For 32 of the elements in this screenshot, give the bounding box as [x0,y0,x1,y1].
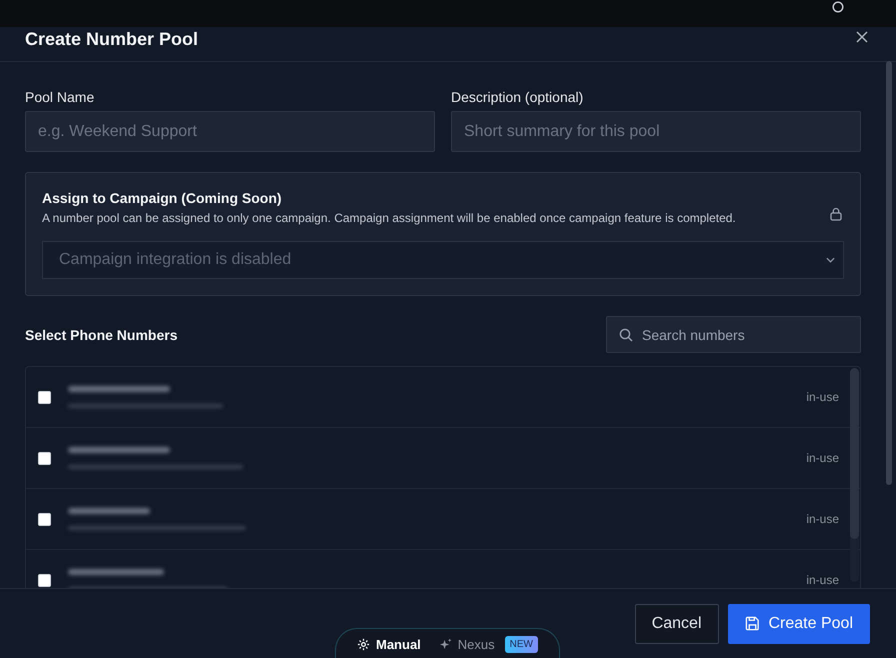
checkbox[interactable] [38,512,51,526]
status-label: in-use [806,451,839,465]
create-button[interactable]: Create Pool [728,604,870,644]
text-input[interactable]: e.g. Weekend Support [25,111,435,152]
cancel-button[interactable]: Cancel [634,604,718,644]
field-label: Description (optional) [451,89,584,106]
close-icon [856,31,868,43]
status-label: in-use [806,390,839,404]
scrollbar-thumb[interactable] [850,368,859,539]
checkbox[interactable] [38,452,51,464]
status-label: in-use [806,573,839,587]
section-title: Select Phone Numbers [25,326,178,342]
gear-icon [357,638,370,651]
mode-tab[interactable]: Nexus NEW [438,636,538,653]
mode-tab[interactable]: Manual [357,637,421,652]
save-icon [744,616,760,631]
close-button[interactable] [856,31,868,43]
campaign-title: Assign to Campaign (Coming Soon) [42,190,283,207]
scrollbar-thumb[interactable] [886,61,892,485]
search-field[interactable]: Search numbers [606,316,861,353]
text-input[interactable]: Short summary for this pool [451,111,861,152]
checkbox[interactable] [38,390,51,404]
new-badge: NEW [504,636,538,653]
dialog-title: Create Number Pool [25,29,198,50]
chevron-down-icon [826,257,835,263]
search-icon [619,328,633,342]
campaign-description: A number pool can be assigned to only one campaign. Campaign assignment will be enabled once campaign feature is completed. [42,211,736,226]
circle-icon [832,1,844,13]
status-label: in-use [806,512,839,526]
field-label: Pool Name [25,89,96,106]
checkbox[interactable] [38,574,51,586]
sparkle-icon [438,638,452,651]
